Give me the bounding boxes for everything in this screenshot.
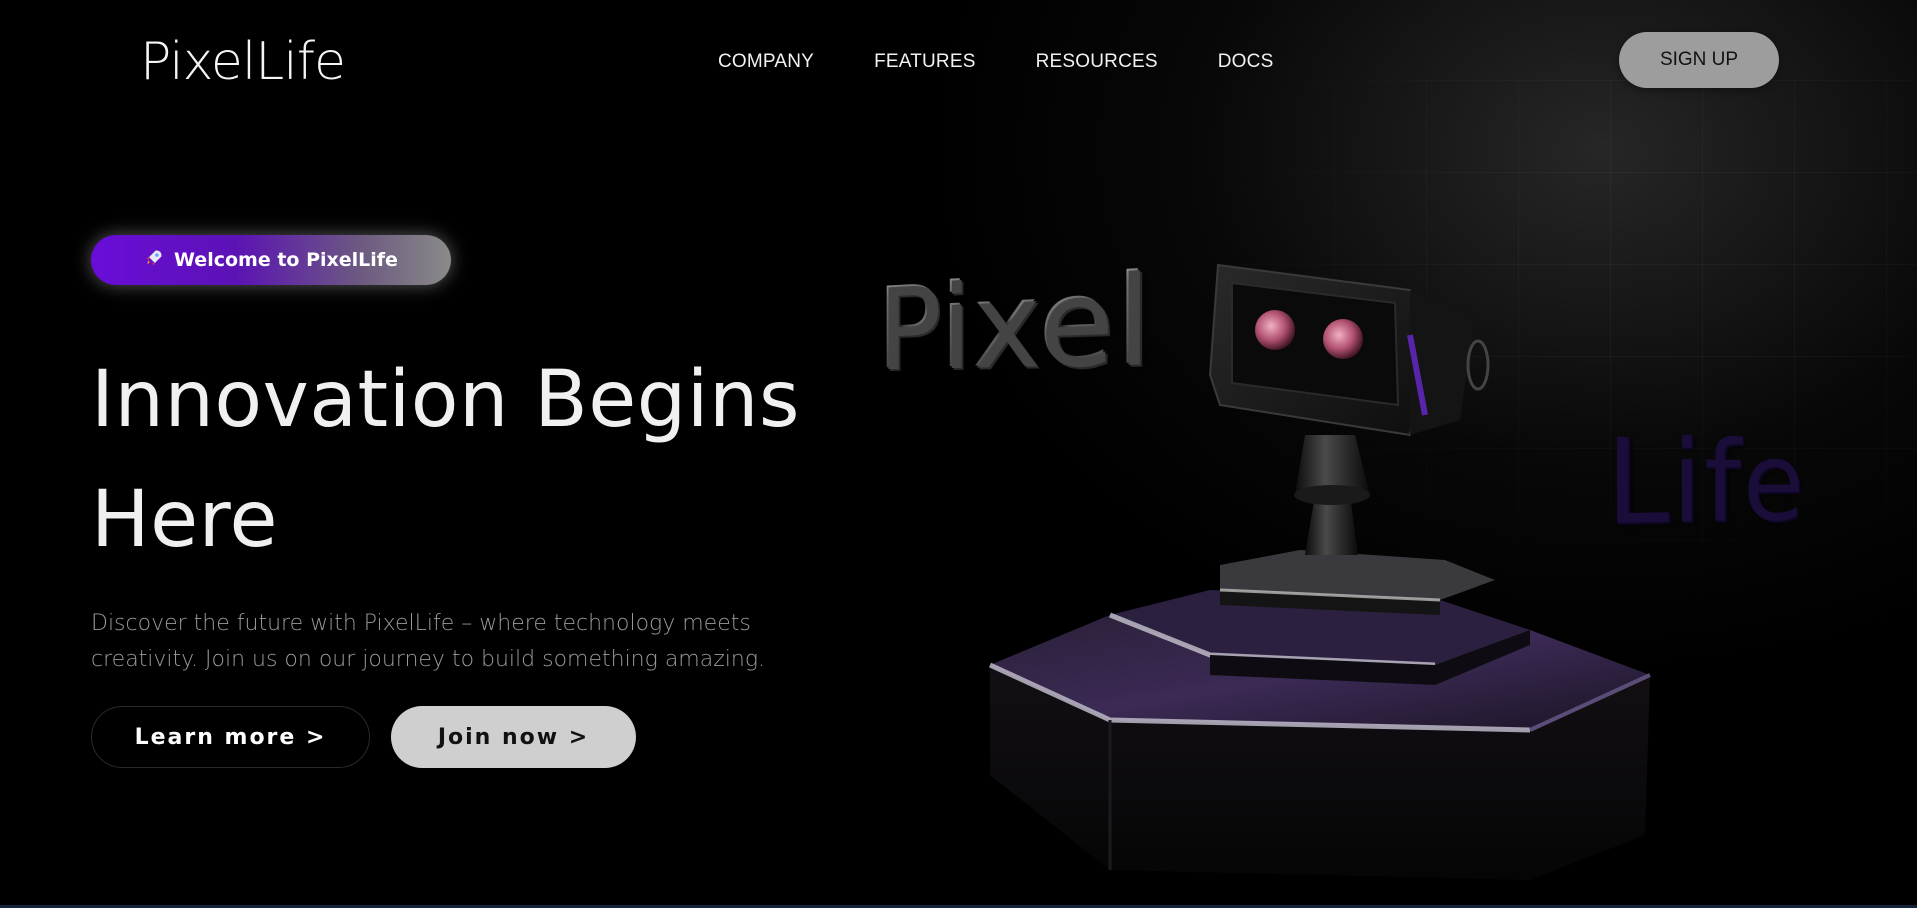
learn-more-button[interactable]: Learn more > bbox=[91, 706, 370, 768]
headline-line-1: Innovation Begins bbox=[91, 355, 801, 445]
hero-description: Discover the future with PixelLife – whe… bbox=[91, 611, 766, 672]
nav-docs[interactable]: DOCS bbox=[1218, 50, 1274, 74]
headline-line-2: Here bbox=[91, 475, 278, 565]
rocket-icon bbox=[144, 248, 164, 273]
main-nav: COMPANY FEATURES RESOURCES DOCS bbox=[718, 50, 1333, 74]
nav-company[interactable]: COMPANY bbox=[718, 50, 814, 74]
signup-button[interactable]: SIGN UP bbox=[1619, 32, 1779, 88]
nav-features[interactable]: FEATURES bbox=[874, 50, 976, 74]
nav-resources[interactable]: RESOURCES bbox=[1036, 50, 1158, 74]
landing-page: PixelLife COMPANY FEATURES RESOURCES DOC… bbox=[0, 0, 1917, 908]
join-now-button[interactable]: Join now > bbox=[391, 706, 636, 768]
robot-illustration bbox=[970, 255, 1750, 895]
welcome-badge-label: Welcome to PixelLife bbox=[174, 249, 398, 271]
illustration-word-life: Life bbox=[1605, 414, 1806, 552]
logo[interactable]: PixelLife bbox=[140, 30, 346, 94]
hero-headline: Innovation Begins Here bbox=[91, 340, 811, 580]
welcome-badge: Welcome to PixelLife bbox=[91, 235, 451, 285]
